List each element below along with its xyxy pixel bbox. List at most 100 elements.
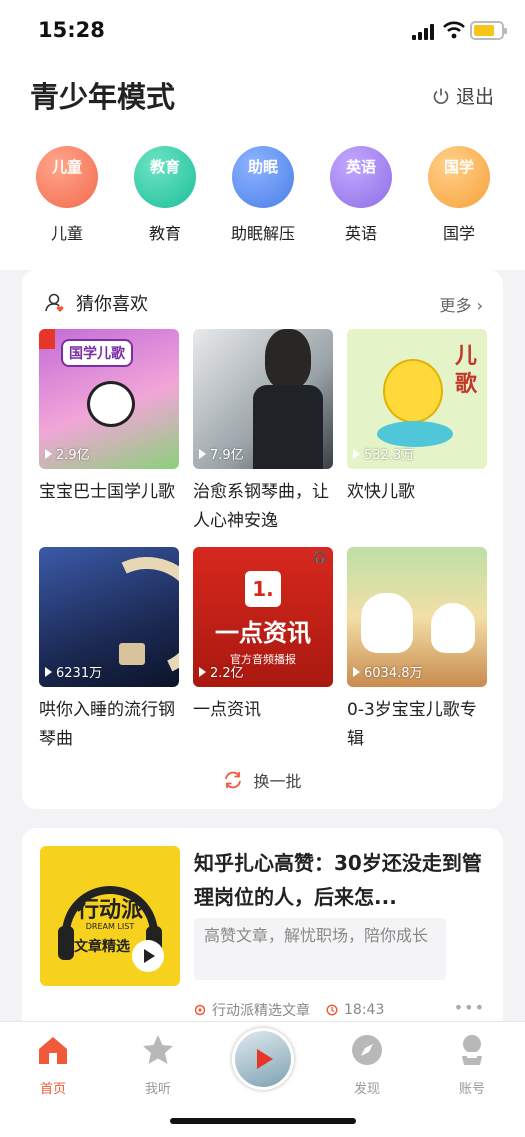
album-cover[interactable]: 儿歌 532.3万 xyxy=(347,329,487,469)
sleep-icon: 助眠 xyxy=(232,146,294,208)
article-meta: 行动派精选文章 18:43 xyxy=(194,1000,384,1020)
page-title: 青少年模式 xyxy=(30,80,176,114)
tab-listen[interactable]: 我听 xyxy=(123,1032,193,1097)
cover-tag: 文章精选 xyxy=(74,939,130,955)
tab-label: 账号 xyxy=(458,1082,485,1097)
album-title[interactable]: 治愈系钢琴曲，让人心神安逸 xyxy=(193,478,338,536)
tab-discover[interactable]: 发现 xyxy=(332,1032,402,1097)
play-icon xyxy=(144,949,155,963)
play-icon xyxy=(353,666,360,677)
cover-art-number: 1. xyxy=(245,571,281,607)
user-heart-icon xyxy=(45,293,64,312)
article-description: 高赞文章，解忧职场，陪你成长 xyxy=(194,918,446,980)
home-icon xyxy=(39,1037,67,1064)
chevron-right-icon: › xyxy=(476,296,483,315)
play-count: 6231万 xyxy=(45,662,102,681)
clock-icon xyxy=(326,1004,338,1016)
tab-label: 我听 xyxy=(144,1082,171,1097)
play-count: 2.2亿 xyxy=(199,662,244,681)
album-title[interactable]: 哄你入睡的流行钢琴曲 xyxy=(39,696,184,754)
album-title[interactable]: 欢快儿歌 xyxy=(347,478,492,507)
status-bar: 15:28 xyxy=(0,0,525,64)
category-label: 国学 xyxy=(442,224,475,243)
wifi-icon xyxy=(443,21,465,39)
user-icon xyxy=(462,1035,482,1065)
play-icon xyxy=(353,448,360,459)
album-cover[interactable]: 7.9亿 xyxy=(193,329,333,469)
tab-label: 首页 xyxy=(39,1082,66,1097)
cover-subtitle: DREAM LIST xyxy=(85,922,135,931)
play-icon xyxy=(45,666,52,677)
play-count-value: 7.9亿 xyxy=(210,448,244,463)
play-icon xyxy=(45,448,52,459)
category-english[interactable]: 英语 英语 xyxy=(312,146,410,244)
cover-title: 行动派 xyxy=(76,898,143,923)
rabbit-illustration xyxy=(361,593,413,653)
play-count-value: 532.3万 xyxy=(364,448,415,463)
category-education[interactable]: 教育 教育 xyxy=(116,146,214,244)
category-children[interactable]: 儿童 儿童 xyxy=(18,146,116,244)
play-icon xyxy=(199,448,206,459)
child-face-icon: 儿童 xyxy=(36,146,98,208)
more-link[interactable]: 更多 › xyxy=(439,292,483,316)
category-row: 儿童 儿童 教育 教育 助眠 助眠解压 英语 英语 国学 国学 xyxy=(18,146,508,244)
play-count: 2.9亿 xyxy=(45,444,90,463)
power-icon xyxy=(433,88,449,104)
compass-icon xyxy=(352,1035,382,1065)
play-count-value: 6231万 xyxy=(56,666,103,681)
category-icon-text: 英语 xyxy=(345,158,376,176)
category-label: 教育 xyxy=(148,224,181,243)
graduation-cap-icon: 教育 xyxy=(134,146,196,208)
exit-button[interactable]: 退出 xyxy=(432,82,494,109)
panda-illustration xyxy=(87,381,135,427)
pianist-body xyxy=(253,385,323,469)
article-author: 行动派精选文章 xyxy=(212,1003,310,1019)
tab-account[interactable]: 账号 xyxy=(437,1032,507,1097)
article-title[interactable]: 知乎扎心高赞：30岁还没走到管理岗位的人，后来怎... xyxy=(194,846,484,914)
pianist-illustration xyxy=(265,329,311,389)
tab-label: 发现 xyxy=(353,1082,380,1097)
author-icon xyxy=(194,1004,206,1016)
article-card[interactable]: 行动派 DREAM LIST 文章精选 知乎扎心高赞：30岁还没走到管理岗位的人… xyxy=(22,828,503,1028)
article-cover[interactable]: 行动派 DREAM LIST 文章精选 xyxy=(40,846,180,986)
cover-art-text: 儿歌 xyxy=(455,344,478,397)
album-title[interactable]: 宝宝巴士国学儿歌 xyxy=(39,478,184,507)
center-player-button[interactable] xyxy=(232,1028,294,1090)
album-title[interactable]: 0-3岁宝宝儿歌专辑 xyxy=(347,696,492,754)
play-count: 532.3万 xyxy=(353,444,414,463)
album-cover[interactable]: 1. 一点资讯 官方音频播报 🎧 2.2亿 xyxy=(193,547,333,687)
badge-icon xyxy=(39,329,55,349)
tab-home[interactable]: 首页 xyxy=(18,1032,88,1097)
play-count: 7.9亿 xyxy=(199,444,244,463)
duck-illustration xyxy=(383,359,443,423)
album-cover[interactable]: 6034.8万 xyxy=(347,547,487,687)
more-options-icon[interactable]: ••• xyxy=(454,998,485,1017)
category-icon-text: 儿童 xyxy=(51,158,82,176)
more-label: 更多 xyxy=(439,296,472,315)
category-label: 助眠解压 xyxy=(230,224,295,243)
category-label: 英语 xyxy=(344,224,377,243)
category-icon-text: 国学 xyxy=(443,158,474,176)
category-sleep[interactable]: 助眠 助眠解压 xyxy=(214,146,312,244)
refresh-button[interactable]: 换一批 xyxy=(22,768,503,792)
home-indicator xyxy=(170,1118,356,1124)
play-button[interactable] xyxy=(132,940,164,972)
battery-icon xyxy=(470,21,507,40)
play-icon xyxy=(199,666,206,677)
cover-art-title: 一点资讯 xyxy=(215,619,311,647)
status-time: 15:28 xyxy=(38,18,105,42)
section-title: 猜你喜欢 xyxy=(76,294,148,315)
refresh-icon xyxy=(225,771,242,789)
album-cover[interactable]: 6231万 xyxy=(39,547,179,687)
play-count: 6034.8万 xyxy=(353,662,423,681)
album-title[interactable]: 一点资讯 xyxy=(193,696,338,725)
category-icon-text: 教育 xyxy=(149,158,180,176)
guess-you-like-card: 猜你喜欢 更多 › 国学儿歌 2.9亿 宝宝巴士国学儿歌 7.9亿 治愈系钢琴曲… xyxy=(22,270,503,809)
cover-art-text: 国学儿歌 xyxy=(61,339,133,367)
category-guoxue[interactable]: 国学 国学 xyxy=(410,146,508,244)
category-icon-text: 助眠 xyxy=(247,158,278,176)
play-count-value: 2.9亿 xyxy=(56,448,90,463)
article-duration: 18:43 xyxy=(344,1002,385,1018)
album-cover[interactable]: 国学儿歌 2.9亿 xyxy=(39,329,179,469)
play-count-value: 6034.8万 xyxy=(364,666,423,681)
